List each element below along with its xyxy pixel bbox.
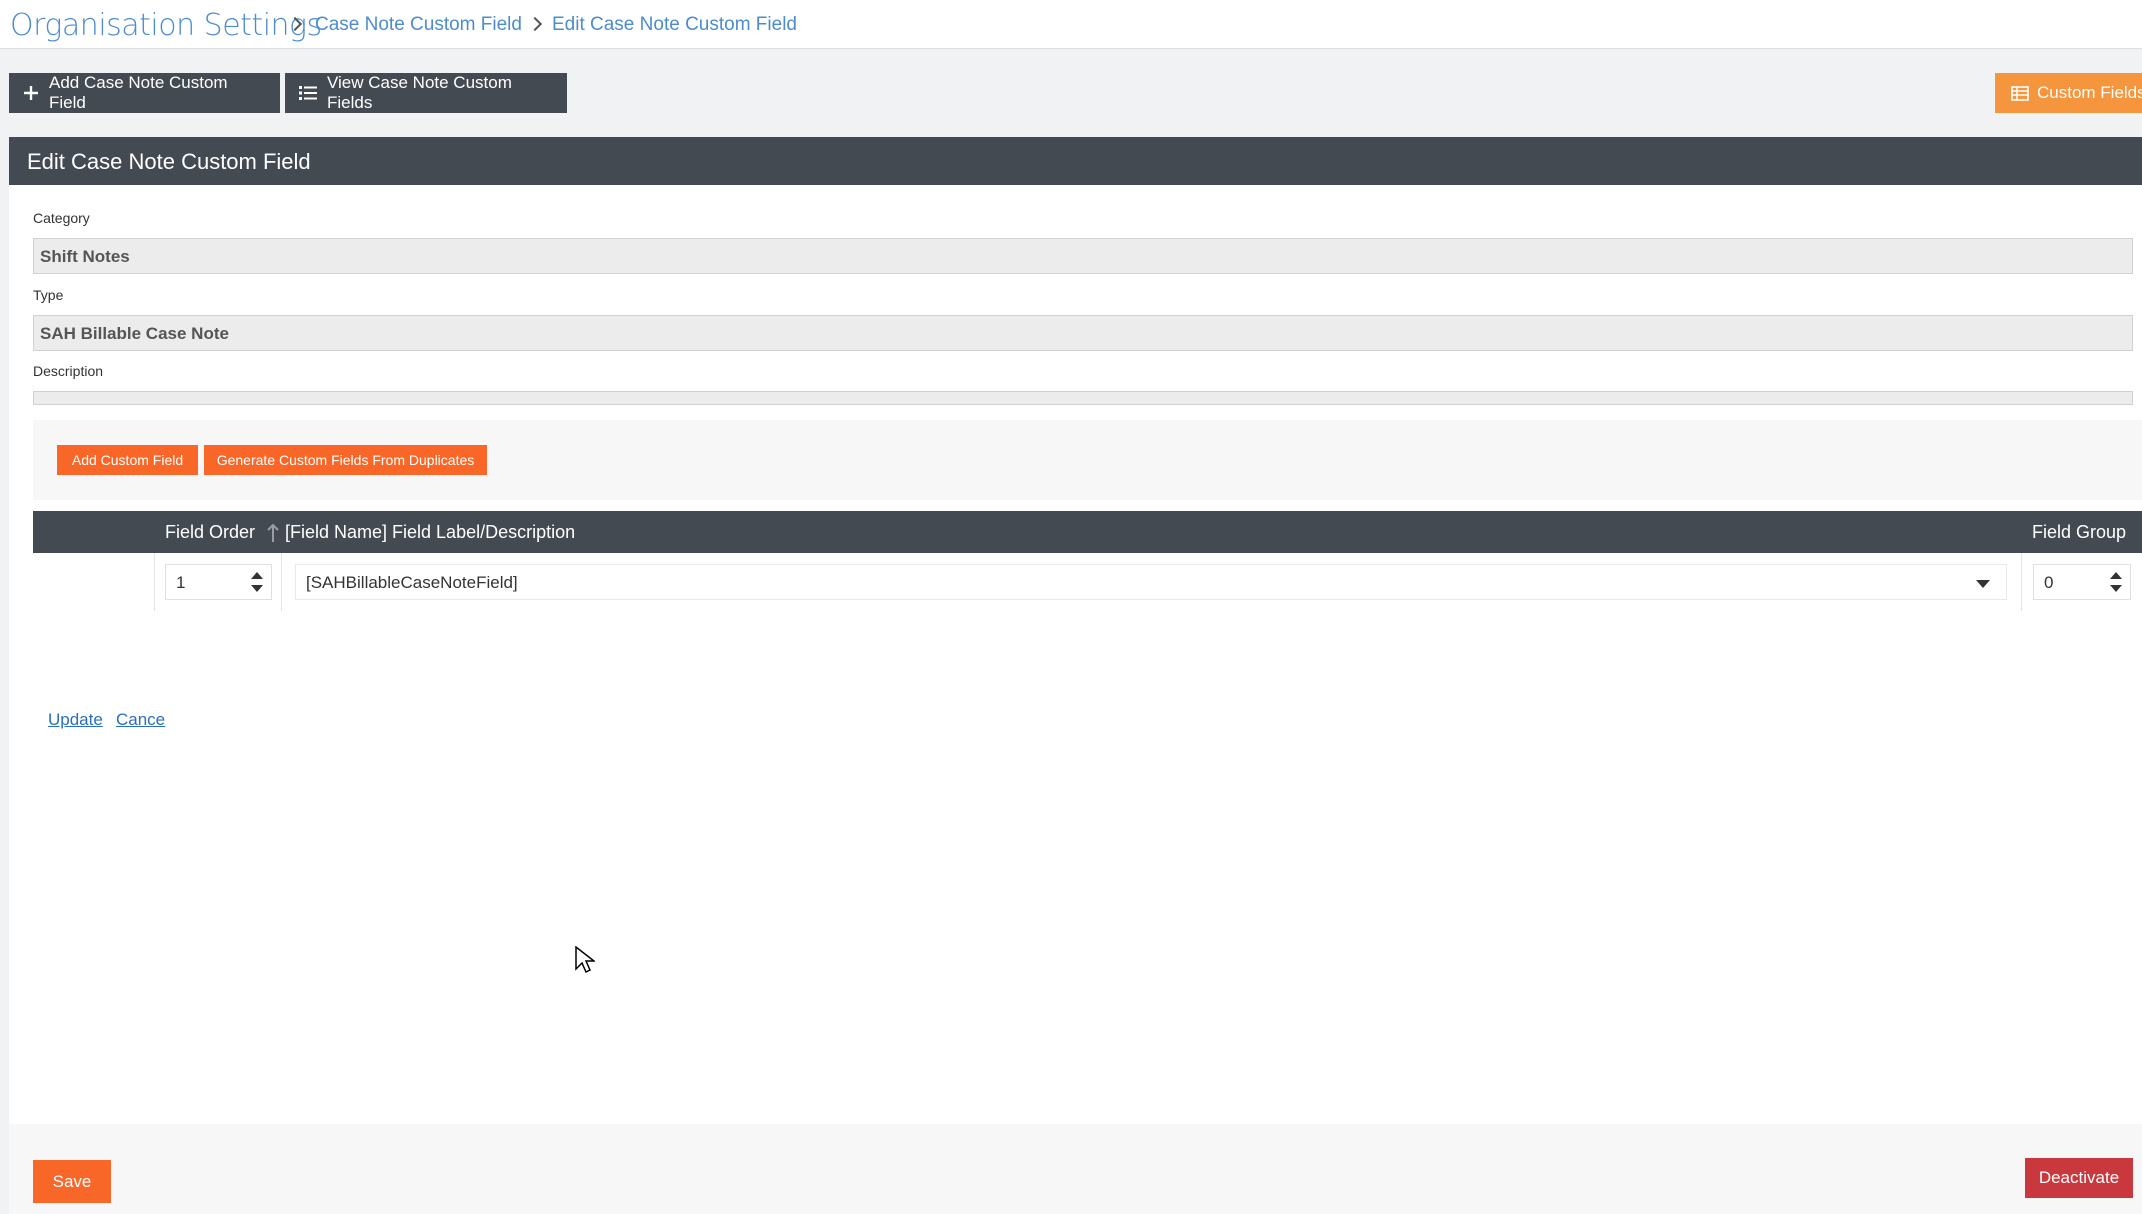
field-name-value: [SAHBillableCaseNoteField]: [306, 573, 518, 592]
cell-divider: [154, 553, 155, 611]
field-name-header[interactable]: [Field Name] Field Label/Description: [285, 522, 575, 543]
type-label: Type: [33, 287, 64, 303]
description-field[interactable]: [33, 391, 2133, 405]
cell-divider: [281, 553, 282, 611]
field-group-stepper[interactable]: 0: [2033, 564, 2131, 600]
field-name-select[interactable]: [SAHBillableCaseNoteField]: [295, 564, 2007, 600]
custom-fields-label: Custom Fields: [2037, 83, 2142, 102]
sort-asc-icon: [267, 523, 279, 548]
custom-field-actions: Add Custom Field Generate Custom Fields …: [33, 420, 2142, 500]
description-label: Description: [33, 363, 104, 379]
add-case-note-custom-field-button[interactable]: Add Case Note Custom Field: [9, 73, 280, 113]
panel-footer: Save Deactivate: [9, 1124, 2142, 1214]
plus-icon: [23, 85, 39, 101]
breadcrumb-edit-case-note-custom-field[interactable]: Edit Case Note Custom Field: [552, 14, 797, 36]
mouse-cursor-icon: [575, 945, 597, 979]
stepper-arrows-icon[interactable]: [2110, 569, 2122, 595]
page-title: Organisation Settings: [10, 8, 322, 43]
add-case-note-custom-field-label: Add Case Note Custom Field: [49, 73, 228, 112]
view-case-note-custom-fields-button[interactable]: View Case Note Custom Fields: [285, 73, 567, 113]
top-bar: Organisation Settings Case Note Custom F…: [0, 0, 2142, 49]
field-order-header[interactable]: Field Order: [165, 522, 255, 543]
save-button[interactable]: Save: [33, 1160, 111, 1203]
generate-custom-fields-button[interactable]: Generate Custom Fields From Duplicates: [204, 445, 487, 475]
chevron-right-icon: [527, 16, 543, 32]
table-icon: [2011, 85, 2029, 101]
custom-fields-button[interactable]: Custom Fields: [1995, 73, 2142, 113]
field-group-header[interactable]: Field Group: [2032, 522, 2126, 543]
type-field: SAH Billable Case Note: [33, 315, 2133, 351]
field-order-stepper[interactable]: 1: [165, 564, 272, 600]
table-row: Update Cance 1 [SAHBillableCaseNoteField…: [33, 553, 2142, 729]
chevron-down-icon: [1976, 580, 1990, 588]
category-label: Category: [33, 210, 90, 226]
deactivate-button[interactable]: Deactivate: [2025, 1158, 2133, 1198]
category-field: Shift Notes: [33, 238, 2133, 274]
field-group-value: 0: [2044, 573, 2054, 592]
grid-header: Field Order [Field Name] Field Label/Des…: [33, 511, 2142, 553]
cell-divider: [2021, 553, 2022, 611]
list-icon: [299, 85, 317, 101]
add-custom-field-button[interactable]: Add Custom Field: [57, 445, 198, 475]
field-order-value: 1: [176, 573, 186, 592]
breadcrumb-case-note-custom-field[interactable]: Case Note Custom Field: [315, 14, 522, 36]
update-link[interactable]: Update: [48, 710, 103, 730]
view-case-note-custom-fields-label: View Case Note Custom Fields: [327, 73, 512, 112]
edit-panel: Edit Case Note Custom Field Category Shi…: [9, 137, 2142, 1214]
stepper-arrows-icon[interactable]: [251, 569, 263, 595]
panel-title: Edit Case Note Custom Field: [9, 137, 2142, 185]
cancel-link[interactable]: Cance: [116, 710, 165, 730]
